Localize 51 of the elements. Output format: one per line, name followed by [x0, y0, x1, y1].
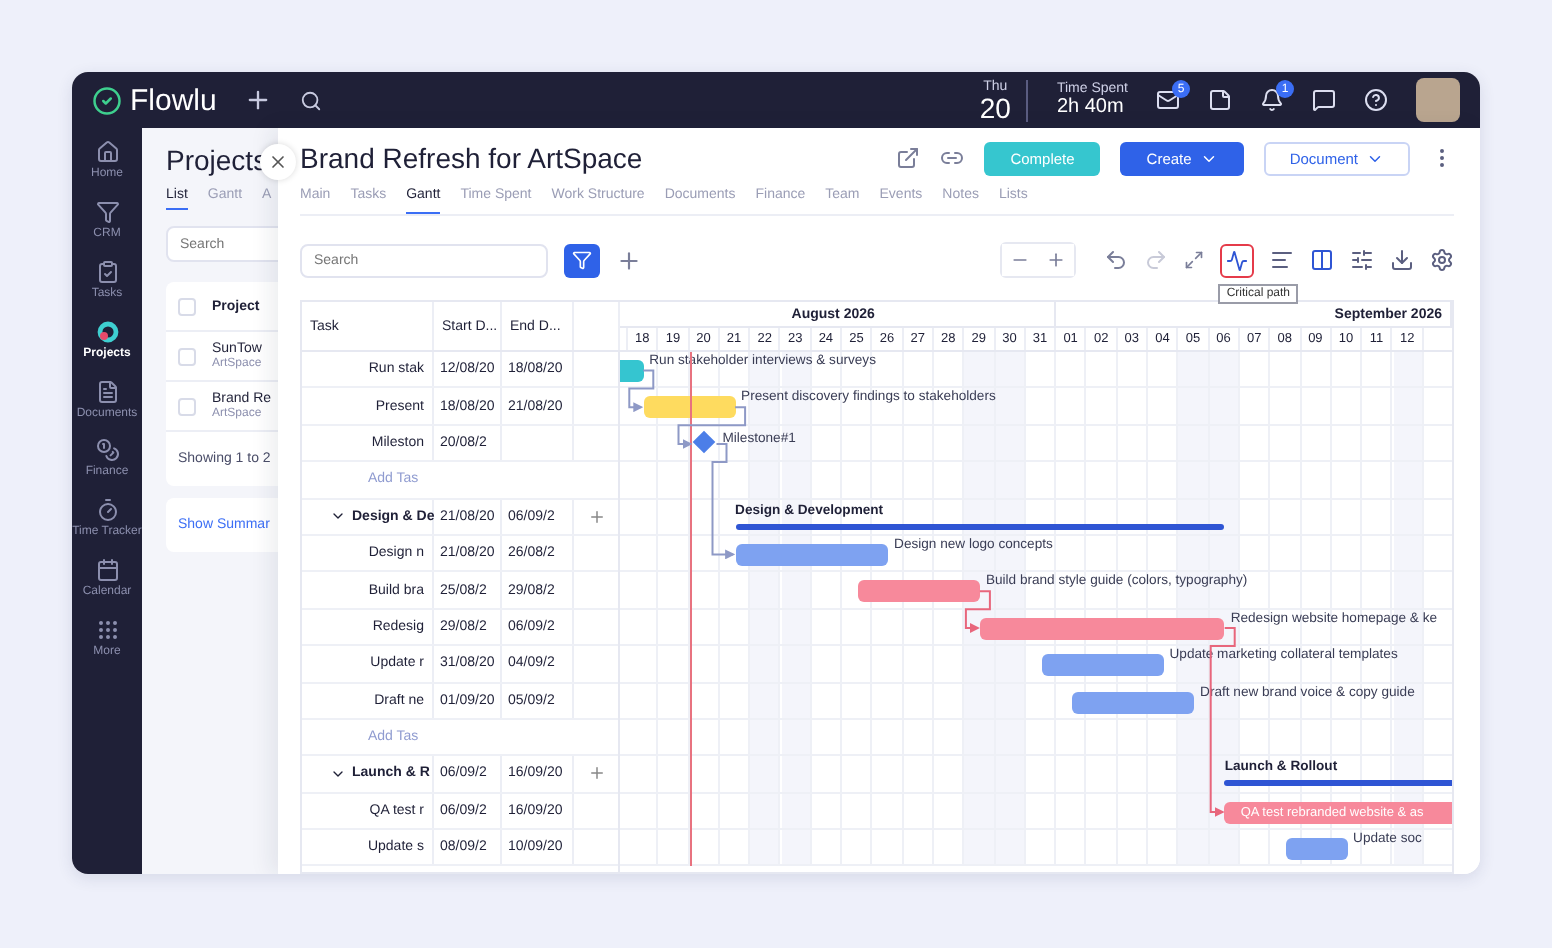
bell-icon[interactable]	[1260, 88, 1284, 112]
add-icon[interactable]	[244, 86, 273, 114]
download-icon[interactable]	[1390, 248, 1414, 272]
time-spent-value: 2h 40m	[1056, 96, 1126, 119]
filter-icon	[572, 250, 592, 270]
checkbox[interactable]	[178, 397, 196, 415]
sidebar-icon	[95, 498, 119, 523]
sidebar-icon	[95, 618, 119, 643]
task-bar[interactable]	[1071, 691, 1195, 714]
settings-icon[interactable]	[1430, 248, 1454, 272]
pulse-icon	[1226, 249, 1248, 271]
sidebar-icon	[95, 558, 119, 583]
task-bar[interactable]	[1041, 654, 1164, 677]
external-link-icon[interactable]	[896, 146, 921, 170]
group-bar[interactable]	[735, 523, 1225, 530]
task-bar[interactable]	[1285, 838, 1348, 861]
expand-icon[interactable]	[1184, 250, 1204, 270]
sidebar-icon	[95, 199, 119, 224]
help-icon[interactable]	[1364, 88, 1388, 112]
search-icon[interactable]	[300, 89, 323, 111]
logo-check-icon	[92, 85, 122, 115]
group-bar[interactable]	[1224, 780, 1452, 787]
sidebar-icon	[95, 259, 119, 284]
ring-icon	[95, 319, 119, 344]
task-bar[interactable]	[643, 396, 736, 419]
avatar-placeholder[interactable]	[1416, 78, 1460, 122]
logo-text: Flowlu	[130, 83, 217, 117]
milestone-marker[interactable]	[693, 431, 716, 454]
chat-icon[interactable]	[1312, 88, 1336, 112]
filter-button[interactable]	[564, 243, 600, 277]
mail-icon[interactable]	[1156, 88, 1180, 112]
checkbox[interactable]	[178, 347, 196, 365]
sidebar-icon	[95, 438, 119, 463]
link-icon[interactable]	[940, 146, 965, 170]
sidebar-icon	[95, 379, 119, 404]
sliders-icon[interactable]	[1350, 248, 1374, 272]
columns-icon[interactable]	[1310, 248, 1334, 272]
task-bar[interactable]	[979, 617, 1225, 640]
task-bar[interactable]	[735, 543, 889, 566]
note-icon[interactable]	[1208, 88, 1232, 112]
critical-path-button[interactable]	[1220, 243, 1254, 277]
day-number: 20	[979, 93, 1011, 121]
plus-icon	[1046, 250, 1066, 270]
close-button[interactable]	[260, 144, 296, 180]
task-bar[interactable]	[857, 580, 980, 603]
checkbox[interactable]	[178, 297, 196, 315]
project-title: Brand Refresh for ArtSpace	[300, 142, 645, 174]
align-icon[interactable]	[1270, 248, 1294, 272]
close-icon	[268, 152, 288, 172]
sidebar-icon	[95, 140, 119, 164]
undo-icon[interactable]	[1104, 248, 1128, 272]
